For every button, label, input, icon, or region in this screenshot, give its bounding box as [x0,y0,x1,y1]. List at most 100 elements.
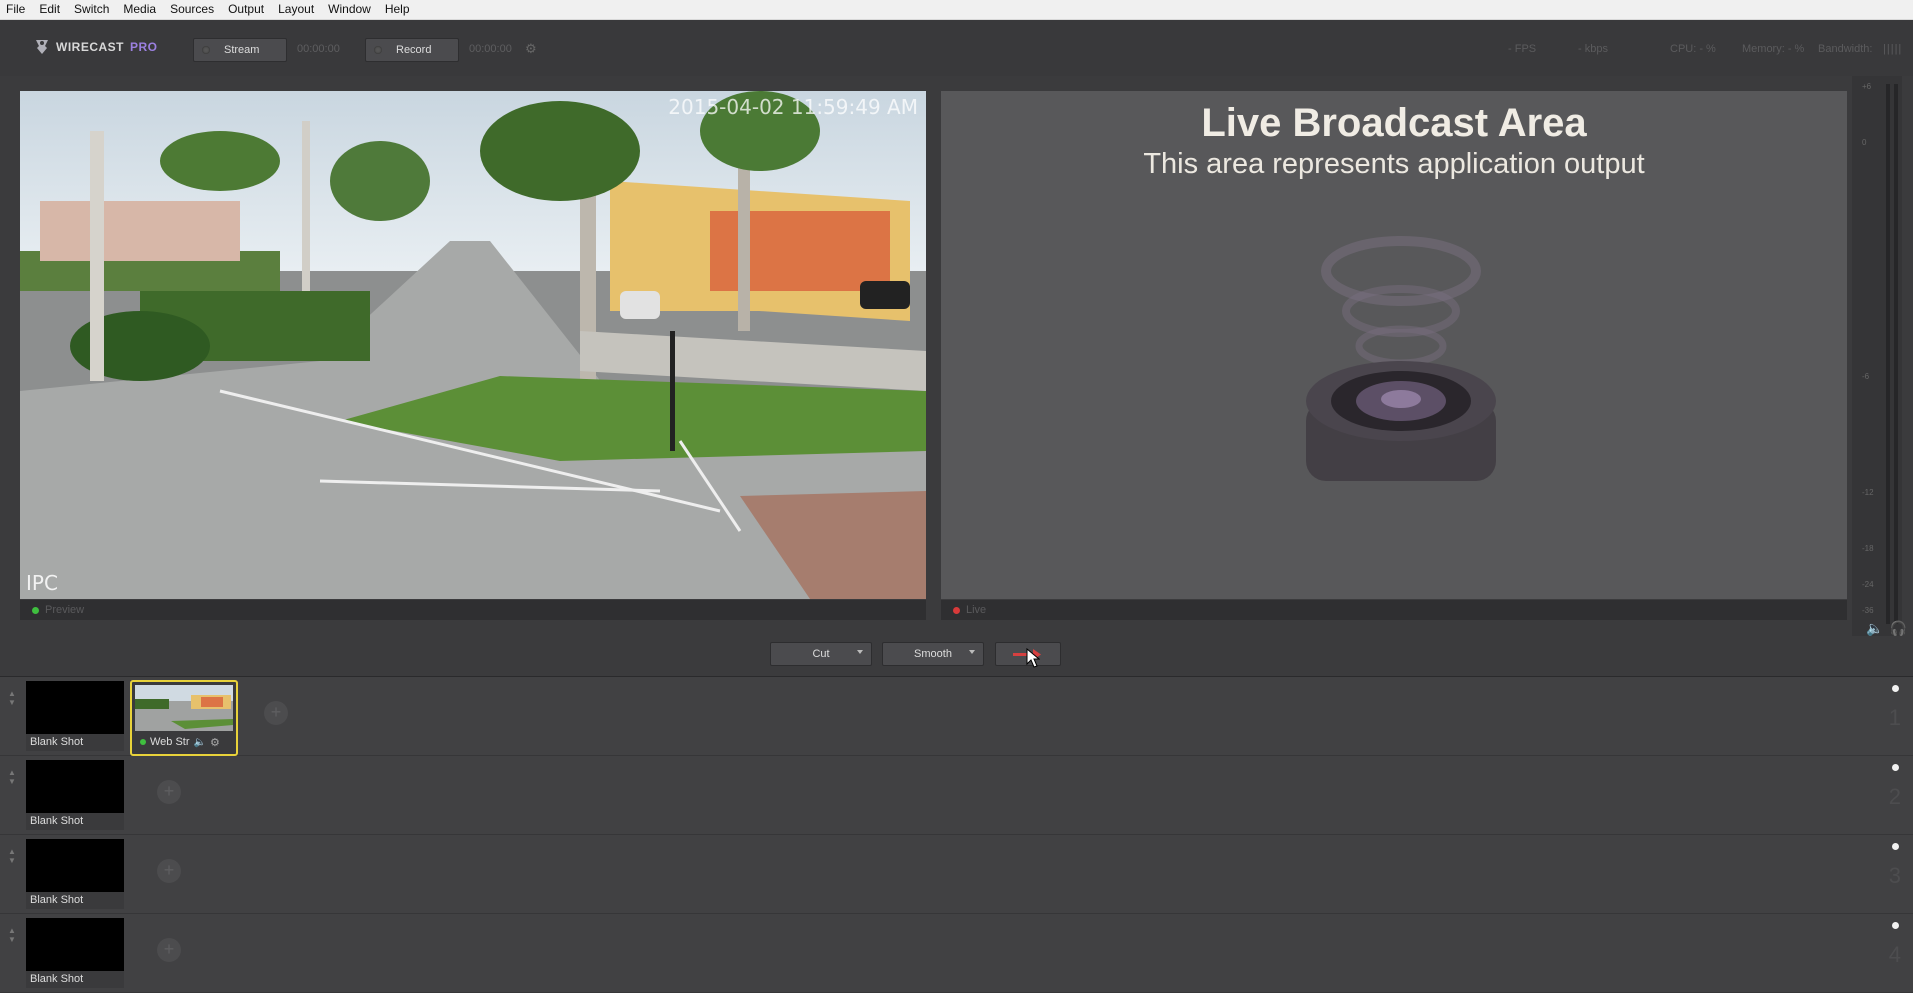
blank-shot[interactable]: Blank Shot [26,681,124,751]
vu-tick: -12 [1862,488,1874,497]
audio-vu-meter: +6 0 -6 -12 -18 -24 -36 [1852,76,1902,636]
preview-footer: Preview [20,600,926,620]
brand-name: WIRECAST [56,40,124,54]
transition-cut-dropdown[interactable]: Cut [770,642,872,666]
app-logo: WIRECAST PRO [34,38,158,56]
layer-number: 3 [1888,863,1901,888]
chevron-down-icon [969,650,975,654]
vu-tick: -36 [1862,606,1874,615]
shot-label: Blank Shot [26,971,124,988]
camera-lens-icon [1306,236,1496,481]
layer-number: 1 [1888,705,1901,730]
shot-layers-panel: ▲ ▼ Blank Shot Web Str 🔈 ⚙ + 1 ▲ ▼ Blank… [0,676,1913,993]
audio-controls: 🔈🎧 [1866,620,1913,637]
add-shot-button[interactable]: + [157,938,181,962]
record-indicator-icon [374,46,382,54]
vu-bar-left [1886,84,1890,624]
selected-shot[interactable]: Web Str 🔈 ⚙ [130,680,238,756]
live-title: Live Broadcast Area [1201,101,1587,145]
preview-scene-image [20,91,926,599]
layer-number: 2 [1888,784,1901,809]
transition-smooth-label: Smooth [914,648,952,660]
chevron-down-icon [857,650,863,654]
layer-row: ▲ ▼ Blank Shot + 3 [0,835,1913,914]
menu-sources[interactable]: Sources [164,0,222,19]
layer-grip-icon[interactable]: ▲ ▼ [8,689,16,719]
record-button[interactable]: Record [365,38,459,62]
add-shot-button[interactable]: + [264,701,288,725]
menu-switch[interactable]: Switch [68,0,117,19]
fps-stat: - FPS [1508,43,1537,55]
selected-shot-footer: Web Str 🔈 ⚙ [135,734,233,750]
layer-grip-icon[interactable]: ▲ ▼ [8,768,16,798]
brand-edition: PRO [130,40,158,54]
preview-footer-label: Preview [45,604,85,616]
bandwidth-bars-icon: ||||| [1883,43,1903,55]
vu-tick: -18 [1862,544,1874,553]
live-footer: Live [941,600,1847,620]
add-shot-button[interactable]: + [157,780,181,804]
layer-row: ▲ ▼ Blank Shot + 4 [0,914,1913,993]
bandwidth-stat: Bandwidth: [1818,43,1873,55]
live-subtitle: This area represents application output [1143,148,1645,180]
selected-shot-label: Web Str [150,736,190,748]
vu-tick: -24 [1862,580,1874,589]
headphones-icon[interactable]: 🎧 [1889,620,1912,636]
live-output: Live Broadcast Area This area represents… [941,91,1847,599]
vu-tick: -6 [1862,372,1870,381]
preview-panel[interactable]: 2015-04-02 11:59:49 AM IPC [20,91,926,599]
add-shot-button[interactable]: + [157,859,181,883]
menu-file[interactable]: File [0,0,33,19]
layer-visibility-icon[interactable] [1892,764,1899,771]
transition-smooth-dropdown[interactable]: Smooth [882,642,984,666]
menu-window[interactable]: Window [322,0,379,19]
layer-visibility-icon[interactable] [1892,922,1899,929]
speaker-icon[interactable]: 🔈 [1866,620,1889,636]
layer-visibility-icon[interactable] [1892,843,1899,850]
layer-visibility-icon[interactable] [1892,685,1899,692]
record-label: Record [396,44,432,56]
menu-bar: File Edit Switch Media Sources Output La… [0,0,1913,20]
layer-number: 4 [1888,942,1901,967]
gear-icon[interactable]: ⚙ [525,42,539,56]
stream-indicator-icon [202,46,210,54]
layer-row: ▲ ▼ Blank Shot Web Str 🔈 ⚙ + 1 [0,677,1913,756]
gear-icon[interactable]: ⚙ [210,736,220,749]
vu-bar-right [1894,84,1898,624]
preview-led-icon [32,606,39,614]
menu-edit[interactable]: Edit [33,0,68,19]
live-footer-label: Live [966,604,987,616]
transition-cut-label: Cut [812,648,830,660]
menu-help[interactable]: Help [379,0,418,19]
stream-label: Stream [224,44,260,56]
kbps-stat: - kbps [1578,43,1608,55]
layer-row: ▲ ▼ Blank Shot + 2 [0,756,1913,835]
vu-tick: 0 [1862,138,1867,147]
menu-layout[interactable]: Layout [272,0,322,19]
menu-media[interactable]: Media [117,0,164,19]
blank-shot[interactable]: Blank Shot [26,918,124,988]
vu-tick: +6 [1862,82,1872,91]
layer-grip-icon[interactable]: ▲ ▼ [8,847,16,877]
shot-label: Blank Shot [26,813,124,830]
shot-label: Blank Shot [26,892,124,909]
menu-output[interactable]: Output [222,0,272,19]
preview-timestamp: 2015-04-02 11:59:49 AM [668,95,918,119]
wirecast-logo-icon [36,40,48,54]
blank-shot[interactable]: Blank Shot [26,839,124,909]
mouse-cursor-icon [1026,648,1040,668]
live-panel[interactable]: Live Broadcast Area This area represents… [941,91,1847,599]
speaker-icon[interactable]: 🔈 [194,737,206,748]
preview-overlay-label: IPC [26,571,58,595]
shot-live-led-icon [140,739,146,745]
layer-grip-icon[interactable]: ▲ ▼ [8,926,16,956]
live-led-icon [953,606,960,614]
stream-timer: 00:00:00 [297,43,340,55]
stream-button[interactable]: Stream [193,38,287,62]
blank-shot[interactable]: Blank Shot [26,760,124,830]
preview-video: 2015-04-02 11:59:49 AM IPC [20,91,926,599]
toolbar: WIRECAST PRO Stream 00:00:00 Record 00:0… [0,20,1913,76]
cpu-stat: CPU: - % [1670,43,1716,55]
record-timer: 00:00:00 [469,43,512,55]
memory-stat: Memory: - % [1742,43,1805,55]
